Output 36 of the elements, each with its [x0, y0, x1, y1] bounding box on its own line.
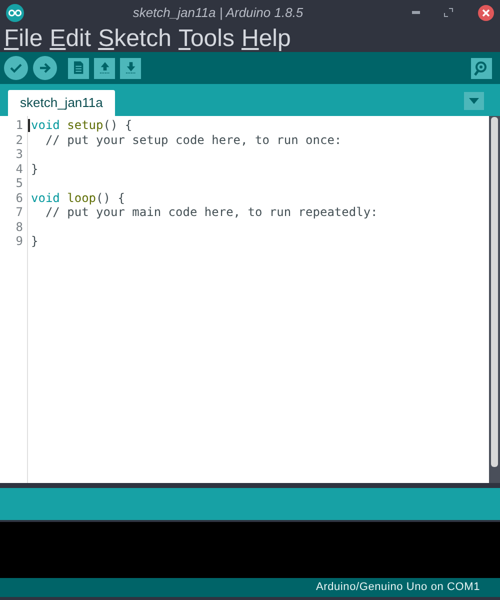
code-line: } [31, 234, 38, 248]
code-line: } [31, 162, 38, 176]
line-number: 9 [16, 234, 23, 248]
minimize-icon[interactable] [412, 10, 420, 14]
logo-icon [6, 4, 24, 22]
menu-item[interactable]: Help [241, 25, 291, 52]
code-line: void setup() { [31, 118, 132, 132]
menu-item[interactable]: Sketch [98, 25, 172, 52]
board-status: Arduino/Genuino Uno on COM1 [316, 580, 480, 596]
line-number: 8 [16, 220, 23, 234]
upload-button[interactable] [33, 56, 57, 80]
serial-monitor-button[interactable] [471, 58, 492, 78]
verify-button[interactable] [4, 56, 28, 80]
new-button[interactable] [68, 58, 89, 78]
code-line: void loop() { [31, 190, 125, 205]
line-number: 4 [16, 162, 23, 176]
scrollbar-thumb[interactable] [491, 117, 498, 467]
window-title: sketch_jan11a | Arduino 1.8.5 [132, 4, 304, 22]
menu-item[interactable]: File [4, 25, 43, 52]
maximize-icon[interactable] [444, 8, 453, 17]
line-number: 6 [16, 190, 23, 204]
tab-menu-button[interactable] [464, 92, 484, 110]
open-button[interactable] [94, 58, 115, 78]
file-tab[interactable]: sketch_jan11a [8, 90, 115, 116]
line-number: 3 [16, 147, 23, 161]
menu-item[interactable]: Tools [178, 25, 234, 52]
caret-icon [469, 98, 479, 104]
save-button[interactable] [120, 58, 141, 78]
code-line: // put your setup code here, to run once: [44, 132, 342, 147]
line-number: 2 [16, 132, 23, 146]
line-number: 5 [16, 176, 23, 190]
code-line: // put your main code here, to run repeatedly: [44, 205, 378, 220]
line-number: 1 [16, 118, 23, 132]
line-number: 7 [16, 205, 23, 219]
close-icon[interactable] [478, 4, 494, 20]
menu-item[interactable]: Edit [50, 25, 92, 52]
